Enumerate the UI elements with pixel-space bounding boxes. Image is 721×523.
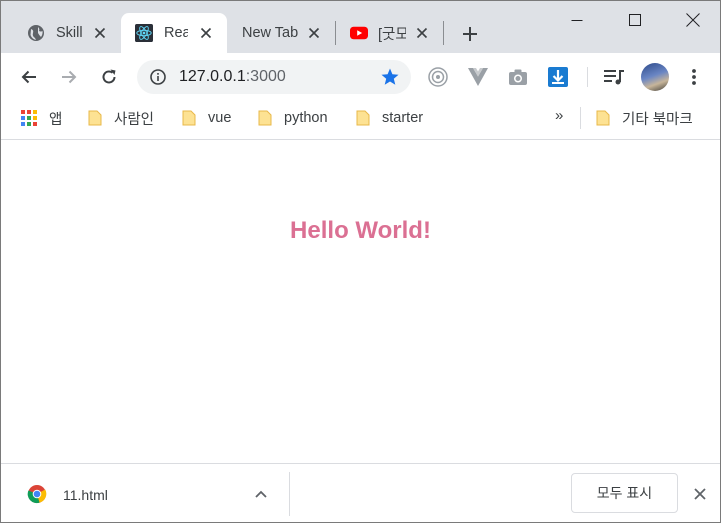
menu-kebab-icon[interactable] (682, 65, 706, 89)
new-tab-button[interactable] (457, 21, 483, 47)
chevron-up-icon[interactable] (251, 484, 271, 504)
vue-devtools-icon[interactable] (466, 65, 490, 89)
show-all-button[interactable]: 모두 표시 (571, 473, 678, 513)
minimize-icon (571, 20, 583, 21)
tab-close-icon[interactable] (91, 24, 109, 42)
bookmarks-bar: 앱 사람인 vue python starter » 기타 북마크 (1, 101, 720, 140)
bookmark-label: python (284, 110, 328, 126)
bookmark-apps[interactable]: 앱 (21, 107, 62, 129)
folder-icon (88, 110, 102, 126)
info-icon[interactable] (149, 68, 167, 86)
other-bookmarks-label: 기타 북마크 (622, 111, 693, 128)
other-bookmarks-folder[interactable]: 기타 북마크 (596, 107, 693, 129)
chrome-file-icon (27, 484, 47, 504)
bookmark-folder-vue[interactable]: vue (182, 107, 231, 129)
shelf-divider (289, 472, 290, 516)
folder-icon (356, 110, 370, 126)
download-extension-icon[interactable] (546, 65, 570, 89)
arrow-left-icon (21, 70, 36, 84)
tab-new-tab[interactable]: New Tab (229, 13, 335, 53)
download-file-name: 11.html (63, 487, 108, 503)
bookmark-label: vue (208, 110, 232, 126)
tab-separator (335, 21, 336, 45)
tab-title: New Tab (242, 25, 299, 41)
bookmark-folder-python[interactable]: python (258, 107, 328, 129)
tab-strip: Skill Rea New Tab [굿모 (1, 1, 720, 53)
media-controls-icon[interactable] (602, 65, 626, 89)
reload-button[interactable] (95, 63, 123, 91)
folder-icon (182, 110, 196, 126)
tab-react[interactable]: Rea (121, 13, 227, 53)
tab-close-icon[interactable] (197, 24, 215, 42)
bookmark-folder-saramin[interactable]: 사람인 (88, 107, 154, 129)
url-host: 127.0.0.1 (179, 68, 246, 85)
bookmarks-divider (580, 107, 581, 129)
bookmark-star-icon[interactable] (379, 66, 401, 88)
download-shelf: 11.html 모두 표시 (1, 463, 720, 522)
bookmark-label: 앱 (49, 111, 63, 128)
url-port: :3000 (245, 68, 286, 85)
tab-separator (443, 21, 444, 45)
toolbar-divider (587, 67, 588, 87)
tab-title: Skill (56, 25, 82, 41)
folder-icon (596, 110, 610, 126)
arrow-right-icon (62, 70, 77, 84)
download-item[interactable]: 11.html (1, 464, 290, 522)
minimize-button[interactable] (548, 1, 606, 39)
tab-skill[interactable]: Skill (1, 13, 121, 53)
globe-icon (27, 24, 45, 42)
react-icon (135, 24, 153, 42)
extension-target-icon[interactable] (426, 65, 450, 89)
bookmarks-overflow-button[interactable]: » (555, 107, 563, 124)
profile-avatar[interactable] (641, 63, 669, 91)
tab-title: [굿모 (378, 26, 406, 43)
shelf-close-icon[interactable] (689, 483, 711, 505)
tab-title: Rea (164, 25, 188, 41)
browser-window: Skill Rea New Tab [굿모 127.0.0.1:3000 앱 사… (0, 0, 721, 523)
forward-button[interactable] (55, 63, 83, 91)
bookmark-label: starter (382, 110, 424, 126)
url-text: 127.0.0.1:3000 (179, 68, 286, 86)
folder-icon (258, 110, 272, 126)
back-button[interactable] (15, 63, 43, 91)
camera-icon[interactable] (506, 65, 530, 89)
toolbar: 127.0.0.1:3000 (1, 53, 720, 101)
page-heading: Hello World! (290, 217, 431, 244)
close-window-button[interactable] (664, 1, 720, 39)
bookmark-label: 사람인 (114, 111, 155, 128)
apps-grid-icon (21, 110, 37, 126)
tab-youtube[interactable]: [굿모 (337, 13, 443, 53)
bookmark-folder-starter[interactable]: starter (356, 107, 423, 129)
maximize-icon (629, 14, 641, 26)
tab-close-icon[interactable] (413, 24, 431, 42)
address-bar[interactable]: 127.0.0.1:3000 (137, 60, 411, 94)
maximize-button[interactable] (606, 1, 664, 39)
page-content: Hello World! (1, 141, 720, 463)
reload-icon (102, 69, 116, 84)
youtube-icon (350, 24, 368, 42)
tab-close-icon[interactable] (305, 24, 323, 42)
plus-icon (463, 27, 477, 41)
close-icon (686, 13, 700, 27)
